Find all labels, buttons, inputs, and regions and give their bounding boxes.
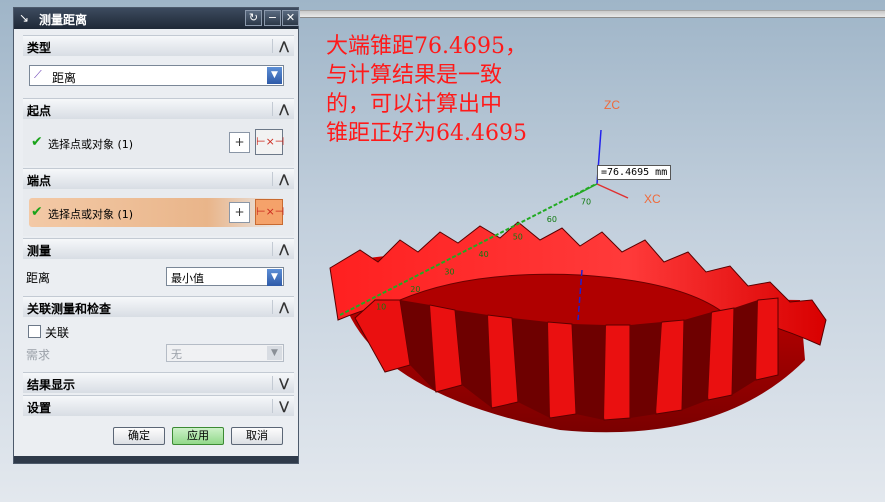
point-constructor-button[interactable]: ⊢×⊣ (255, 129, 284, 155)
section-type-header[interactable]: 类型 ⋀ (23, 35, 294, 56)
dialog-titlebar[interactable]: ↘ 测量距离 ↻ − ✕ (14, 8, 299, 29)
ok-button[interactable]: 确定 (113, 427, 165, 445)
section-associative-label: 关联测量和检查 (27, 302, 112, 316)
yc-axis (573, 183, 598, 197)
dialog-title: 测量距离 (39, 13, 88, 27)
distance-label: 距离 (26, 271, 51, 285)
xc-axis-label: XC (644, 192, 661, 206)
section-associative-header[interactable]: 关联测量和检查 ⋀ (23, 296, 294, 317)
chevron-up-icon[interactable]: ⋀ (272, 39, 291, 53)
chevron-up-icon[interactable]: ⋀ (272, 172, 291, 186)
chevron-up-icon[interactable]: ⋀ (272, 102, 291, 116)
chevron-up-icon[interactable]: ⋀ (272, 242, 291, 256)
reset-icon[interactable]: ↻ (245, 10, 262, 26)
section-end-label: 端点 (27, 174, 52, 188)
xc-axis (596, 183, 629, 199)
measurement-readout: =76.4695 mm (597, 165, 672, 180)
ruler-tick-label: 10 (376, 303, 386, 312)
section-result-label: 结果显示 (27, 378, 76, 392)
chevron-up-icon[interactable]: ⋀ (272, 300, 291, 314)
point-constructor-button[interactable]: ⊢×⊣ (255, 199, 284, 225)
associative-checkbox-label: 关联 (45, 326, 70, 340)
measure-tool-icon: ↘ (19, 11, 30, 25)
ruler-tick-label: 70 (581, 198, 591, 207)
distance-select[interactable]: 最小值 ▼ (166, 267, 284, 286)
required-select: 无 ▼ (166, 344, 284, 362)
section-settings-header[interactable]: 设置 ⋁ (23, 395, 294, 416)
ruler-tick-label: 60 (547, 215, 557, 224)
dialog-bottom-bar (14, 456, 298, 463)
distance-type-icon: ⟋ (34, 68, 42, 81)
point-dialog-button[interactable]: + (229, 202, 250, 223)
cancel-button[interactable]: 取消 (231, 427, 283, 445)
point-dialog-button[interactable]: + (229, 132, 250, 153)
minimize-icon[interactable]: − (264, 10, 281, 26)
start-select-text: 选择点或对象 (1) (48, 138, 134, 151)
required-select-value: 无 (171, 348, 182, 361)
chevron-down-icon[interactable]: ⋁ (272, 399, 291, 413)
chevron-down-icon: ▼ (267, 346, 282, 360)
check-icon: ✔ (31, 204, 43, 220)
zc-axis-label: ZC (604, 98, 620, 112)
section-type-label: 类型 (27, 41, 52, 55)
distance-select-value: 最小值 (171, 272, 204, 285)
apply-button[interactable]: 应用 (172, 427, 224, 445)
section-start-label: 起点 (27, 104, 52, 118)
ruler-tick-label: 40 (479, 250, 489, 259)
type-select-value: 距离 (52, 71, 77, 85)
start-point-selector[interactable]: ✔ 选择点或对象 (1) + ⊢×⊣ (29, 128, 284, 157)
annotation-text: 大端锥距76.4695， 与计算结果是一致 的，可以计算出中 锥距正好为64.4… (326, 34, 527, 146)
measure-distance-dialog: ↘ 测量距离 ↻ − ✕ 类型 ⋀ ⟋ 距离 ▼ 起点 ⋀ ✔ 选择点或对象 (… (13, 7, 299, 464)
section-result-header[interactable]: 结果显示 ⋁ (23, 372, 294, 393)
section-start-header[interactable]: 起点 ⋀ (23, 98, 294, 119)
ruler-tick-label: 50 (513, 233, 523, 242)
type-select[interactable]: ⟋ 距离 ▼ (29, 65, 284, 86)
ruler-tick-label: 20 (410, 285, 420, 294)
chevron-down-icon[interactable]: ▼ (267, 269, 282, 286)
ruler-tick-label: 30 (444, 268, 454, 277)
check-icon: ✔ (31, 134, 43, 150)
chevron-down-icon[interactable]: ⋁ (272, 376, 291, 390)
end-point-selector[interactable]: ✔ 选择点或对象 (1) + ⊢×⊣ (29, 198, 284, 227)
section-settings-label: 设置 (27, 401, 52, 415)
chevron-down-icon[interactable]: ▼ (267, 67, 282, 84)
section-measure-header[interactable]: 测量 ⋀ (23, 238, 294, 259)
required-label: 需求 (26, 348, 51, 362)
section-measure-label: 测量 (27, 244, 52, 258)
associative-checkbox[interactable] (28, 325, 41, 338)
section-end-header[interactable]: 端点 ⋀ (23, 168, 294, 189)
close-icon[interactable]: ✕ (282, 10, 299, 26)
end-select-text: 选择点或对象 (1) (48, 208, 134, 221)
